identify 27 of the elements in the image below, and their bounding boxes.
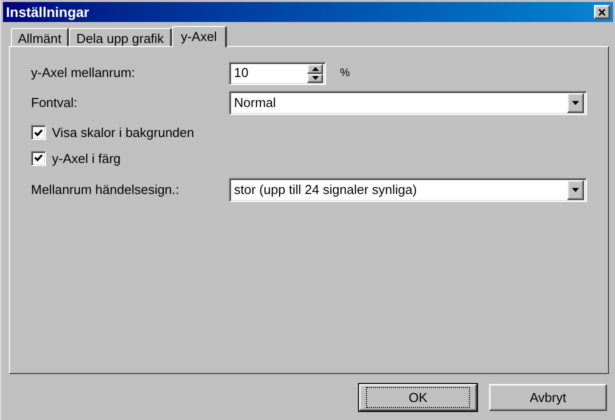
checkbox[interactable] [31,125,46,140]
field-label: y-Axel mellanrum: [31,64,136,82]
dropdown-button[interactable] [567,93,584,113]
spin-field[interactable]: 10 [229,62,326,84]
field-label: Mellanrum händelsesign.: [31,181,180,200]
font-dropdown[interactable]: Normal [229,91,587,115]
window-title: Inställningar [6,2,90,22]
ok-button[interactable]: OK [359,384,477,411]
down-arrow-icon [572,188,579,192]
checkbox-label: y-Axel i färg [52,150,121,168]
dropdown-button[interactable] [567,180,584,200]
up-arrow-icon [312,66,318,70]
down-arrow-icon [572,101,579,105]
tab[interactable]: Dela upp grafik [69,28,172,46]
checkbox-label: Visa skalor i bakgrunden [52,124,194,142]
checkmark-icon [34,128,43,137]
close-button[interactable]: × [594,5,610,19]
field-label: Fontval: [31,94,78,112]
checkmark-icon [34,154,43,162]
down-arrow-icon [312,76,318,80]
tab[interactable]: y-Axel [172,26,227,47]
tab[interactable]: Allmänt [11,28,70,46]
cancel-button[interactable]: Avbryt [489,384,607,411]
spacing-dropdown[interactable]: stor (upp till 24 signaler synliga) [229,178,587,202]
spin-up-button[interactable] [307,64,323,74]
unit-label: % [340,66,350,81]
checkbox[interactable] [31,150,46,166]
